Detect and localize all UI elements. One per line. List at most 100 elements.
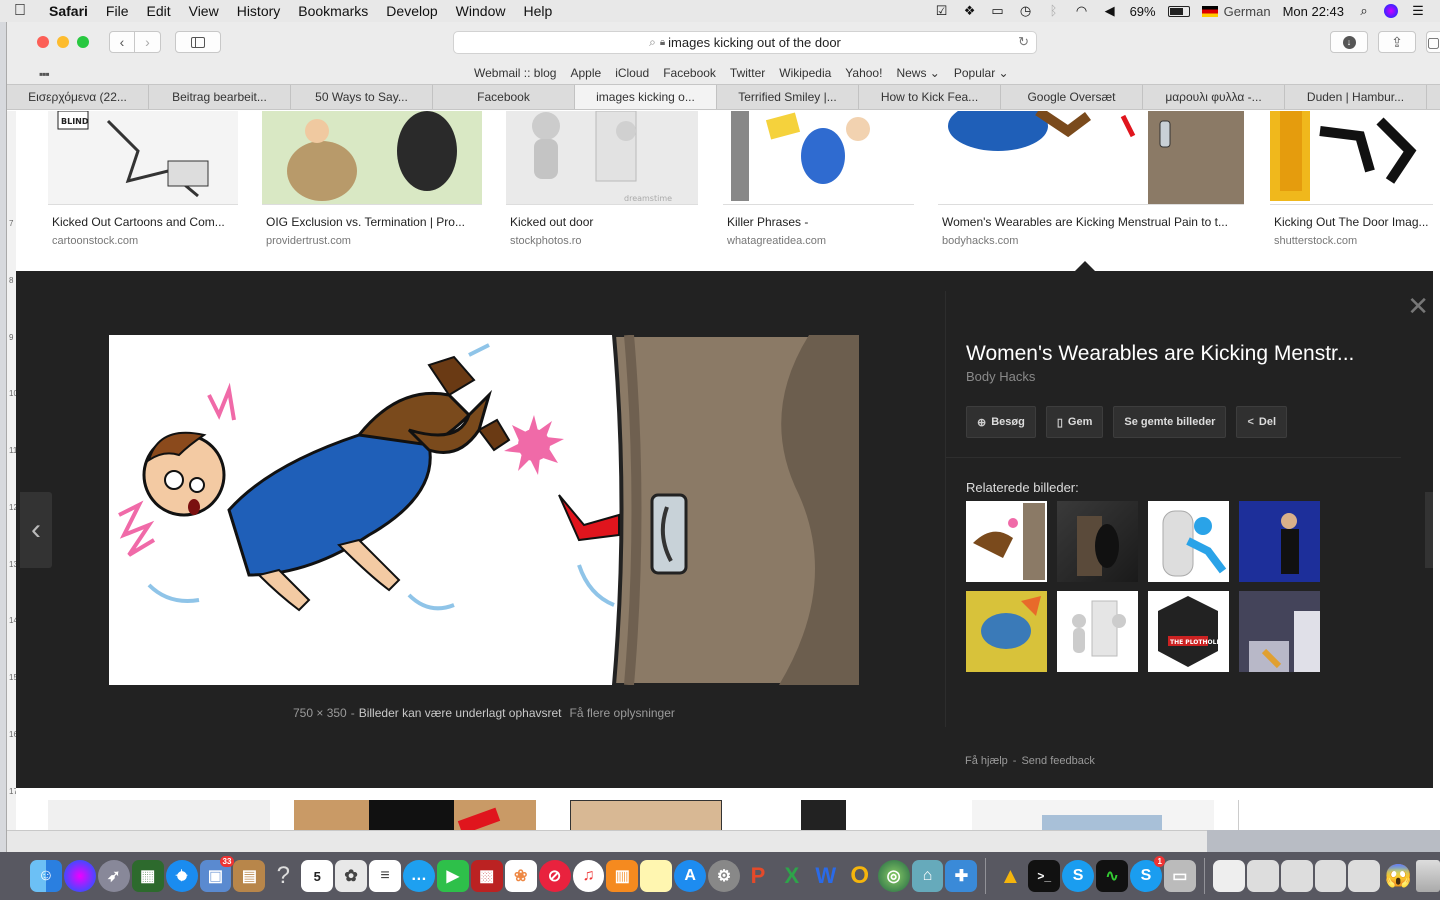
tab-item[interactable]: Εισερχόμενα (22... <box>7 85 149 109</box>
result-title[interactable]: OIG Exclusion vs. Termination | Pro... <box>262 215 482 229</box>
volume-icon[interactable]: ◀ <box>1102 4 1118 18</box>
result-title[interactable]: Kicked out door <box>506 215 698 229</box>
feedback-link[interactable]: Send feedback <box>1021 755 1094 767</box>
result-card[interactable]: Killer Phrases - whatagreatidea.com <box>723 111 914 247</box>
favorite-yahoo[interactable]: Yahoo! <box>845 66 882 80</box>
related-image[interactable] <box>1057 591 1138 672</box>
minimized-window-icon[interactable] <box>1246 860 1279 892</box>
menu-file[interactable]: File <box>97 3 138 19</box>
forward-button[interactable]: › <box>135 31 161 53</box>
result-thumbnail[interactable] <box>262 111 482 205</box>
address-bar[interactable]: ⌕ 🔒︎ images kicking out of the door ↻ <box>453 31 1037 54</box>
minimize-window-button[interactable] <box>57 36 69 48</box>
related-image[interactable] <box>1057 501 1138 582</box>
skype-icon[interactable]: S <box>1062 860 1095 892</box>
mission-control-icon[interactable]: ▦ <box>131 860 164 892</box>
emoji-icon[interactable]: 😱 <box>1382 860 1414 892</box>
result-card-selected[interactable]: Women's Wearables are Kicking Menstrual … <box>938 111 1244 247</box>
result-title[interactable]: Killer Phrases - <box>723 215 914 229</box>
share-button[interactable]: < Del <box>1236 406 1288 438</box>
finder-icon[interactable]: ☺ <box>30 860 62 892</box>
result-thumbnail[interactable] <box>1270 111 1433 205</box>
copyright-notice-link[interactable]: Billeder kan være underlagt ophavsret <box>359 706 562 720</box>
messages-icon[interactable]: … <box>402 860 435 892</box>
spotlight-search-icon[interactable]: ⌕ <box>1356 4 1372 18</box>
trash-icon[interactable] <box>1416 860 1440 892</box>
result-thumbnail[interactable] <box>756 800 948 830</box>
result-card[interactable]: dreamstime Kicked out door stockphotos.r… <box>506 111 698 247</box>
menu-bookmarks[interactable]: Bookmarks <box>289 3 377 19</box>
result-thumbnail[interactable]: dreamstime <box>506 111 698 205</box>
favorite-popular-folder[interactable]: Popular ⌄ <box>954 66 1009 80</box>
photos-app-icon[interactable]: ✿ <box>335 860 368 892</box>
launchpad-icon[interactable]: ➶ <box>97 860 130 892</box>
result-thumbnail[interactable] <box>294 800 536 830</box>
image-app-icon[interactable]: ⌂ <box>911 860 944 892</box>
favorite-webmail[interactable]: Webmail :: blog <box>474 66 556 80</box>
puzzle-app-icon[interactable]: ✚ <box>945 860 978 892</box>
battery-percent[interactable]: 69% <box>1130 4 1156 19</box>
menu-view[interactable]: View <box>180 3 228 19</box>
tab-item[interactable]: Google Oversæt <box>1001 85 1143 109</box>
tab-item[interactable]: How to Kick Fea... <box>859 85 1001 109</box>
terminal-icon[interactable]: >_ <box>1028 860 1061 892</box>
show-all-tabs-button[interactable]: ▢ <box>1426 31 1440 53</box>
result-title[interactable]: Women's Wearables are Kicking Menstrual … <box>938 215 1244 229</box>
check-shield-icon[interactable]: ☑ <box>934 4 950 18</box>
visit-button[interactable]: ⊕ Besøg <box>966 406 1036 438</box>
view-saved-images-button[interactable]: Se gemte billeder <box>1113 406 1227 438</box>
clock[interactable]: Mon 22:43 <box>1283 4 1344 19</box>
tab-item[interactable]: Duden | Hambur... <box>1285 85 1427 109</box>
music-icon[interactable]: ♫ <box>572 860 605 892</box>
minimized-window-icon[interactable] <box>1314 860 1347 892</box>
related-image[interactable]: THE PLOTHOLE <box>1148 591 1229 672</box>
photo-booth-icon[interactable]: ▩ <box>470 860 503 892</box>
opera-icon[interactable]: O <box>844 860 876 892</box>
favorite-facebook[interactable]: Facebook <box>663 66 716 80</box>
contacts-icon[interactable]: ▤ <box>233 860 266 892</box>
related-image[interactable] <box>1239 501 1320 582</box>
save-button[interactable]: ▯ Gem <box>1045 406 1104 438</box>
share-button[interactable]: ⇪ <box>1378 31 1416 53</box>
zoom-window-button[interactable] <box>77 36 89 48</box>
preview-title[interactable]: Women's Wearables are Kicking Menstr... <box>966 342 1386 366</box>
books-icon[interactable]: ▥ <box>606 860 639 892</box>
skype-icon-2[interactable]: S1 <box>1130 856 1165 892</box>
preview-source[interactable]: Body Hacks <box>966 369 1035 384</box>
preview-main-image[interactable] <box>109 335 859 685</box>
activity-monitor-icon[interactable]: ∿ <box>1096 860 1128 892</box>
tab-item[interactable]: 50 Ways to Say... <box>291 85 433 109</box>
excel-icon[interactable]: X <box>776 860 808 892</box>
photos-icon[interactable]: ❀ <box>504 860 537 892</box>
menu-window[interactable]: Window <box>447 3 515 19</box>
result-card[interactable]: Kicking Out The Door Imag... shutterstoc… <box>1270 111 1433 247</box>
reminders-icon[interactable]: ≡ <box>369 860 401 892</box>
favorite-apple[interactable]: Apple <box>570 66 601 80</box>
top-sites-grid-icon[interactable]: ▪▪▪ <box>39 67 50 81</box>
related-image[interactable] <box>966 591 1047 672</box>
next-image-button[interactable] <box>1425 492 1433 568</box>
tab-item[interactable]: Terrified Smiley |... <box>717 85 859 109</box>
powerpoint-icon[interactable]: P <box>742 860 774 892</box>
result-thumbnail[interactable] <box>723 111 914 205</box>
tab-item-active[interactable]: images kicking o... <box>575 85 717 109</box>
siri-icon[interactable] <box>63 860 96 892</box>
document-folder-icon[interactable] <box>1212 860 1245 892</box>
notes-icon[interactable] <box>640 860 673 892</box>
more-info-link[interactable]: Få flere oplysninger <box>570 706 675 720</box>
app-store-icon[interactable]: A <box>674 860 707 892</box>
close-icon[interactable]: ✕ <box>1407 291 1429 322</box>
input-language[interactable]: German <box>1224 4 1271 19</box>
result-thumbnail[interactable] <box>972 800 1214 830</box>
tab-item[interactable]: Beitrag bearbeit... <box>149 85 291 109</box>
news-icon[interactable]: ⊘ <box>538 860 571 892</box>
apple-menu-icon[interactable]:  <box>0 2 40 20</box>
menu-help[interactable]: Help <box>514 3 561 19</box>
show-sidebar-button[interactable] <box>175 31 221 53</box>
tab-item[interactable]: μαρουλι φυλλα -... <box>1143 85 1285 109</box>
help-link[interactable]: Få hjælp <box>965 755 1008 767</box>
word-icon[interactable]: W <box>810 860 842 892</box>
result-title[interactable]: Kicking Out The Door Imag... <box>1270 215 1433 229</box>
horizontal-scrollbar-strip[interactable] <box>7 830 1207 852</box>
related-image[interactable] <box>1148 501 1229 582</box>
